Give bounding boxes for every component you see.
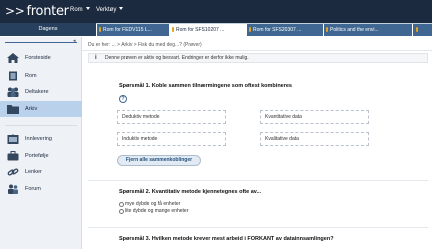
chevron-down-icon	[119, 7, 124, 10]
menu-rom-label: Rom	[70, 7, 83, 13]
pin-icon	[99, 27, 101, 32]
logo-arrows-icon: >>	[5, 4, 25, 18]
radio-button[interactable]	[119, 202, 124, 207]
status-notice: i Denne prøven er aktiv og besvart. Endr…	[88, 53, 428, 63]
menu-verktoy[interactable]: Verktøy	[96, 6, 124, 15]
menu-rom[interactable]: Rom	[70, 6, 90, 15]
sidebar-item-forum[interactable]: Forum	[0, 181, 82, 197]
sidebar-item-portefolje[interactable]: Portefølje	[0, 148, 82, 164]
submission-icon	[7, 134, 19, 144]
radio-button[interactable]	[119, 209, 124, 214]
tab-room-label: Rom for SFS20307 ...	[253, 27, 302, 33]
participants-icon	[7, 87, 19, 97]
question-1-title: Spørsmål 1. Koble sammen tilnærmingene s…	[119, 83, 292, 89]
sidebar-item-label: Forum	[25, 186, 41, 192]
sidebar-item-lenker[interactable]: Lenker	[0, 164, 82, 180]
sidebar: ◂ Forsteside Rom Deltakere Arkiv Innleve…	[0, 37, 82, 249]
forum-icon	[8, 184, 18, 194]
top-bar: >> fronter Rom Verktøy	[0, 0, 432, 23]
sidebar-divider	[5, 42, 77, 43]
chevron-down-icon	[85, 7, 90, 10]
logo-text: fronter	[26, 4, 69, 19]
sidebar-item-rom[interactable]: Rom	[0, 68, 82, 84]
home-icon	[7, 53, 19, 63]
sidebar-item-arkiv[interactable]: Arkiv	[0, 101, 82, 117]
clear-connections-button[interactable]: Fjern alle sammenkoblinger	[117, 155, 201, 166]
sidebar-item-label: Innlevering	[25, 136, 52, 142]
pin-icon	[326, 27, 328, 32]
sidebar-item-label: Lenker	[25, 169, 42, 175]
help-icon[interactable]: ?	[119, 95, 127, 103]
tab-room-politics[interactable]: Politics and the envi...	[323, 24, 412, 36]
room-tab-strip: Dagens Rom for FEDV115 L... Rom for SFS1…	[0, 23, 432, 36]
fronter-logo[interactable]: >> fronter	[5, 4, 69, 19]
match-right-kvalitative[interactable]: Kvalitative data	[260, 132, 369, 146]
tab-room-sfs20307[interactable]: Rom for SFS20307 ...	[246, 24, 323, 36]
question-2-title: Spørsmål 2. Kvantitativ metode kjenneteg…	[119, 189, 262, 195]
option-label: lite dybde og mange enheter	[125, 208, 189, 214]
sidebar-item-deltakere[interactable]: Deltakere	[0, 84, 82, 100]
tab-dagens[interactable]: Dagens	[0, 23, 96, 36]
tab-room-sfs10207[interactable]: Rom for SFS10207 ...	[169, 24, 246, 36]
tab-more[interactable]	[412, 24, 432, 36]
match-left-deduktiv[interactable]: Deduktiv metode	[117, 110, 226, 124]
info-icon: i	[95, 55, 97, 61]
option-label: mye dybde og få enheter	[125, 201, 181, 207]
question-divider	[88, 227, 428, 228]
breadcrumb-divider	[82, 50, 432, 51]
tab-room-label: Rom for SFS10207 ...	[176, 27, 225, 33]
tab-room-label: Politics and the envi...	[330, 27, 379, 33]
pin-icon	[249, 27, 251, 32]
breadcrumb: Du er her: ... > Arkiv > Fisk du med deg…	[88, 42, 202, 48]
collapse-sidebar-icon[interactable]: ◂	[73, 38, 76, 44]
pin-icon	[172, 27, 174, 32]
folder-icon	[7, 105, 19, 114]
tab-room-fedv115[interactable]: Rom for FEDV115 L...	[96, 24, 169, 36]
room-icon	[9, 71, 17, 81]
notice-text: Denne prøven er aktiv og besvart. Endrin…	[105, 55, 249, 61]
sidebar-item-label: Arkiv	[25, 106, 38, 112]
portfolio-icon	[7, 151, 19, 161]
tab-room-label: Rom for FEDV115 L...	[103, 27, 152, 33]
question-3-title: Spørsmål 3. Hvilken metode krever mest a…	[119, 236, 334, 242]
match-right-kvantitative[interactable]: Kvantitative data	[260, 110, 369, 124]
sidebar-item-label: Rom	[25, 73, 37, 79]
menu-verktoy-label: Verktøy	[96, 7, 117, 13]
sidebar-item-innlevering[interactable]: Innlevering	[0, 131, 82, 147]
sidebar-item-label: Forsteside	[25, 55, 51, 61]
sidebar-item-label: Portefølje	[25, 153, 49, 159]
question-divider	[88, 180, 428, 181]
link-icon	[7, 168, 19, 176]
sidebar-divider	[5, 125, 77, 126]
sidebar-item-label: Deltakere	[25, 89, 49, 95]
sidebar-item-forsteside[interactable]: Forsteside	[0, 50, 82, 66]
pin-icon	[416, 27, 418, 32]
match-left-induktiv[interactable]: Induktiv metode	[117, 132, 226, 146]
